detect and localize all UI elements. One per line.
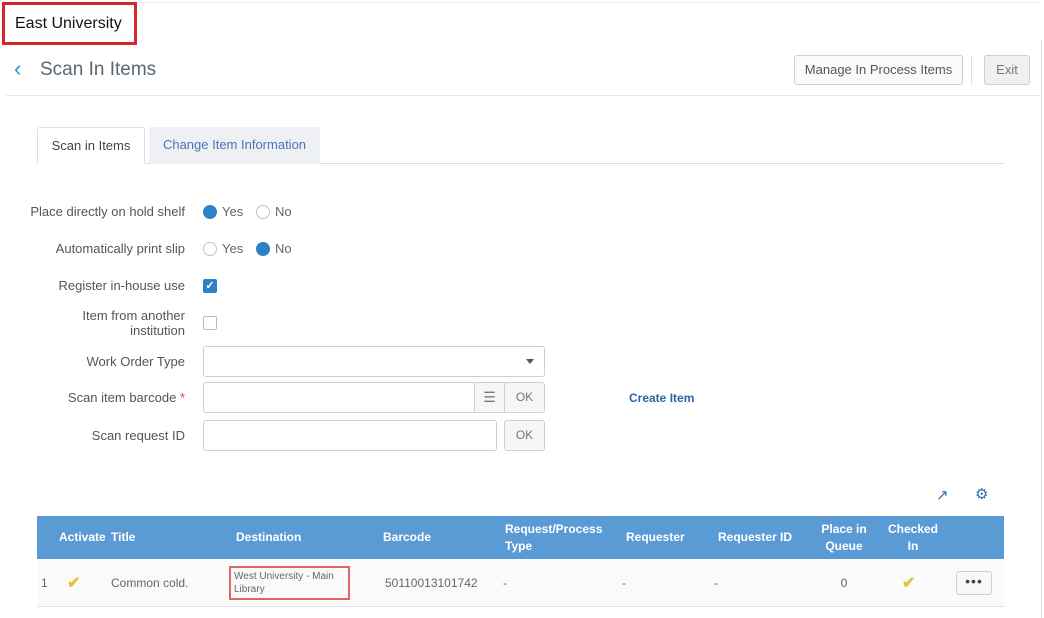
- table-header: Activate Title Destination Barcode Reque…: [37, 516, 1004, 559]
- checked-in-check-icon: ✔: [902, 575, 916, 592]
- institution-label: East University: [2, 2, 137, 45]
- row-title[interactable]: Common cold.: [111, 559, 188, 607]
- scan-barcode-label-text: Scan item barcode: [67, 390, 177, 405]
- row-actions-button[interactable]: •••: [956, 571, 992, 595]
- row-requester-id: -: [714, 576, 718, 590]
- manage-in-process-items-button[interactable]: Manage In Process Items: [794, 55, 963, 85]
- scan-request-id-input[interactable]: [203, 420, 497, 451]
- row-destination-line1: West University - Main: [234, 571, 334, 582]
- row-request-type: -: [503, 576, 507, 590]
- print-slip-no-radio[interactable]: [256, 242, 270, 256]
- row-requester: -: [622, 576, 626, 590]
- page-header: ‹ Scan In Items Manage In Process Items …: [6, 48, 1040, 96]
- row-destination: West University - Main Library: [229, 566, 350, 600]
- gear-icon[interactable]: ⚙: [975, 485, 988, 503]
- other-institution-label: Item from another institution: [82, 308, 185, 338]
- col-checked-in[interactable]: Checked In: [883, 516, 943, 559]
- col-checked-in-text: Checked In: [887, 521, 939, 553]
- tab-scan-in-items[interactable]: Scan in Items: [37, 127, 145, 164]
- print-slip-yes-radio[interactable]: [203, 242, 217, 256]
- dropdown-arrow-icon: [526, 359, 534, 364]
- col-destination[interactable]: Destination: [236, 516, 301, 559]
- row-number: 1: [41, 576, 48, 590]
- scan-barcode-label: Scan item barcode *: [68, 390, 185, 405]
- row-place-in-queue: 0: [840, 576, 848, 590]
- other-institution-checkbox[interactable]: [203, 316, 217, 330]
- other-institution-label-line1: Item from another: [82, 308, 185, 323]
- col-activate[interactable]: Activate: [59, 516, 105, 559]
- col-requester[interactable]: Requester: [626, 516, 685, 559]
- col-place-in-queue-text: Place in Queue: [821, 521, 867, 553]
- in-house-use-label: Register in-house use: [58, 278, 185, 293]
- hold-shelf-yes-radio[interactable]: [203, 205, 217, 219]
- other-institution-label-line2: institution: [130, 323, 185, 338]
- col-requester-id[interactable]: Requester ID: [718, 516, 792, 559]
- table-row[interactable]: 1 ✔ Common cold. West University - Main …: [37, 559, 1004, 607]
- print-slip-yes-label: Yes: [222, 241, 244, 256]
- work-order-type-select[interactable]: [203, 346, 545, 377]
- barcode-ok-button[interactable]: OK: [504, 382, 545, 413]
- in-house-use-checkbox[interactable]: ✓: [203, 279, 217, 293]
- tab-bar: Scan in Items Change Item Information: [37, 127, 1004, 164]
- col-request-type-text: Request/Process Type: [505, 521, 603, 553]
- header-divider: [971, 55, 972, 85]
- tab-change-item-information[interactable]: Change Item Information: [149, 127, 320, 164]
- print-slip-no-label: No: [275, 241, 292, 256]
- col-request-type[interactable]: Request/Process Type: [505, 516, 617, 559]
- activate-check-icon: ✔: [67, 575, 81, 592]
- hold-shelf-yes-label: Yes: [222, 204, 244, 219]
- col-barcode[interactable]: Barcode: [383, 516, 431, 559]
- hold-shelf-no-label: No: [275, 204, 292, 219]
- right-border: [1041, 40, 1042, 618]
- top-border: [6, 2, 1042, 3]
- row-destination-line2: Library: [234, 584, 265, 595]
- export-icon[interactable]: ↗: [936, 486, 949, 504]
- print-slip-label: Automatically print slip: [55, 241, 185, 256]
- scan-request-id-label: Scan request ID: [91, 428, 185, 443]
- create-item-link[interactable]: Create Item: [629, 391, 694, 405]
- exit-button[interactable]: Exit: [984, 55, 1030, 85]
- row-barcode: 50110013101742: [385, 576, 478, 590]
- page-title: Scan In Items: [40, 59, 157, 80]
- scan-barcode-input[interactable]: [203, 382, 475, 413]
- request-id-ok-button[interactable]: OK: [504, 420, 545, 451]
- required-asterisk: *: [179, 390, 185, 405]
- hold-shelf-no-radio[interactable]: [256, 205, 270, 219]
- back-arrow-icon[interactable]: ‹: [14, 58, 21, 80]
- hold-shelf-label: Place directly on hold shelf: [30, 204, 185, 219]
- col-place-in-queue[interactable]: Place in Queue: [811, 516, 877, 559]
- list-icon[interactable]: ☰: [474, 382, 505, 413]
- col-title[interactable]: Title: [111, 516, 135, 559]
- work-order-type-label: Work Order Type: [86, 354, 186, 369]
